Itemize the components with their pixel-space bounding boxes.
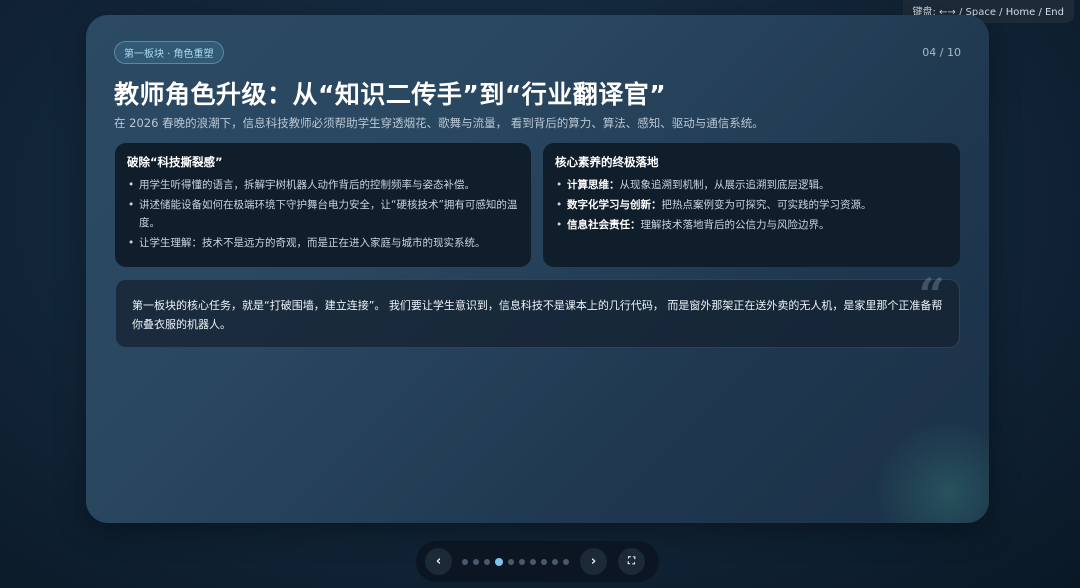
card-title: 破除“科技撕裂感” xyxy=(127,155,223,169)
slide: 第一板块 · 角色重塑 04 / 10 教师角色升级：从“知识二传手”到“行业翻… xyxy=(86,15,989,523)
slide-dot-9[interactable] xyxy=(552,558,558,565)
prev-slide-button[interactable]: ‹ xyxy=(425,548,452,575)
card-list: 计算思维：从现象追溯到机制，从展示追溯到底层逻辑。 数字化学习与创新：把热点案例… xyxy=(555,176,948,234)
list-item-text: 理解技术落地背后的公信力与风险边界。 xyxy=(640,219,830,231)
list-item-term: 信息社会责任： xyxy=(567,219,641,231)
slide-subtitle: 在 2026 春晚的浪潮下，信息科技教师必须帮助学生穿透烟花、歌舞与流量， 看到… xyxy=(114,116,764,130)
list-item-text: 从现象追溯到机制，从展示追溯到底层逻辑。 xyxy=(619,179,830,191)
card-core-literacy: 核心素养的终极落地 计算思维：从现象追溯到机制，从展示追溯到底层逻辑。 数字化学… xyxy=(543,143,960,267)
list-item: 计算思维：从现象追溯到机制，从展示追溯到底层逻辑。 xyxy=(555,176,948,194)
quote-mark-icon: “ xyxy=(918,268,945,322)
list-item-term: 数字化学习与创新： xyxy=(567,199,662,211)
slide-dot-2[interactable] xyxy=(473,558,479,565)
next-slide-button[interactable]: › xyxy=(580,548,607,575)
slide-navigation: ‹ › ⛶ xyxy=(416,541,659,582)
slide-dot-10[interactable] xyxy=(563,558,569,565)
slide-dot-1[interactable] xyxy=(462,558,468,565)
card-list: 用学生听得懂的语言，拆解宇树机器人动作背后的控制频率与姿态补偿。 讲述储能设备如… xyxy=(127,176,519,252)
list-item: 让学生理解：技术不是远方的奇观，而是正在进入家庭与城市的现实系统。 xyxy=(127,234,519,252)
list-item: 数字化学习与创新：把热点案例变为可探究、可实践的学习资源。 xyxy=(555,196,948,214)
list-item: 信息社会责任：理解技术落地背后的公信力与风险边界。 xyxy=(555,216,948,234)
slide-counter: 04 / 10 xyxy=(922,46,961,59)
fullscreen-icon[interactable]: ⛶ xyxy=(618,548,645,575)
slide-dot-4[interactable] xyxy=(495,557,503,566)
list-item-text: 把热点案例变为可探究、可实践的学习资源。 xyxy=(661,199,872,211)
slide-dots xyxy=(462,557,569,566)
list-item-term: 计算思维： xyxy=(567,179,620,191)
slide-title: 教师角色升级：从“知识二传手”到“行业翻译官” xyxy=(114,80,667,109)
slide-dot-6[interactable] xyxy=(519,558,525,565)
slide-dot-3[interactable] xyxy=(484,558,490,565)
slide-dot-8[interactable] xyxy=(541,558,547,565)
card-title: 核心素养的终极落地 xyxy=(555,155,659,169)
slide-dot-5[interactable] xyxy=(508,558,514,565)
quote-text: 第一板块的核心任务，就是“打破围墙，建立连接”。 我们要让学生意识到，信息科技不… xyxy=(132,299,943,331)
section-badge: 第一板块 · 角色重塑 xyxy=(114,41,224,64)
slide-dot-7[interactable] xyxy=(530,558,536,565)
list-item: 用学生听得懂的语言，拆解宇树机器人动作背后的控制频率与姿态补偿。 xyxy=(127,176,519,194)
card-break-tech-gap: 破除“科技撕裂感” 用学生听得懂的语言，拆解宇树机器人动作背后的控制频率与姿态补… xyxy=(115,143,531,267)
list-item: 讲述储能设备如何在极端环境下守护舞台电力安全，让“硬核技术”拥有可感知的温度。 xyxy=(127,196,519,232)
quote-box: “ 第一板块的核心任务，就是“打破围墙，建立连接”。 我们要让学生意识到，信息科… xyxy=(115,272,960,348)
